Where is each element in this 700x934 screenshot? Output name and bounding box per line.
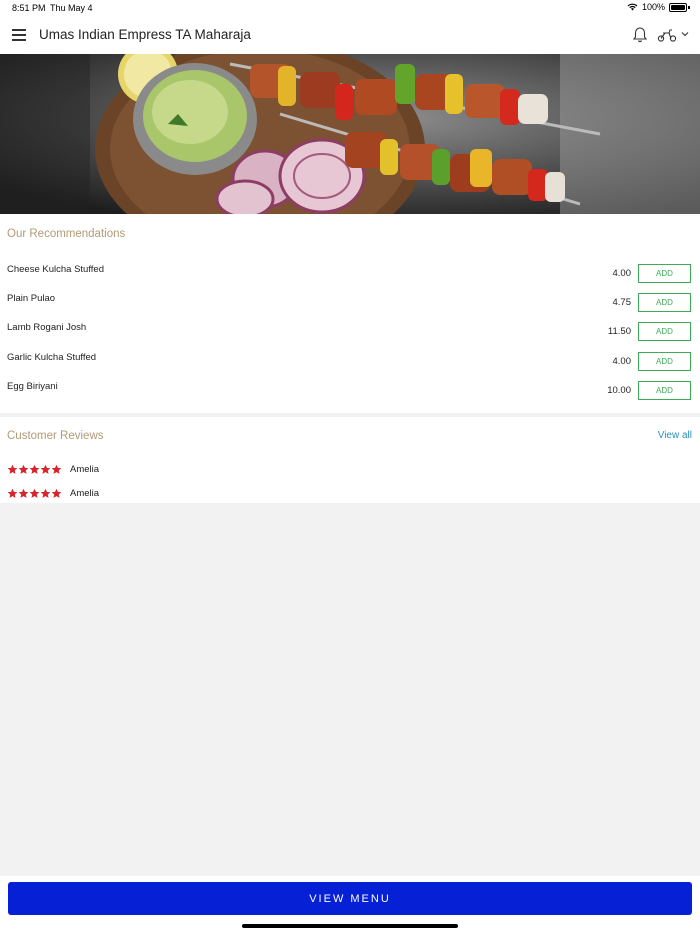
star-icon [40,488,51,498]
chevron-down-icon[interactable] [680,29,690,39]
list-item: Cheese Kulcha Stuffed 4.00 ADD [0,264,700,288]
list-item: Plain Pulao 4.75 ADD [0,293,700,317]
star-rating [7,488,62,499]
star-rating [7,464,62,475]
add-button[interactable]: ADD [638,352,691,371]
recommendations-section: Our Recommendations Cheese Kulcha Stuffe… [0,214,700,413]
hero-food-image [0,54,700,214]
bottom-bar: VIEW MENU [0,876,700,934]
star-icon [51,488,62,498]
battery-percent: 100% [641,2,665,12]
add-button[interactable]: ADD [638,322,691,341]
item-name: Egg Biriyani [7,381,58,392]
wifi-icon [627,3,638,11]
scooter-icon[interactable] [657,26,677,44]
item-name: Lamb Rogani Josh [7,322,87,333]
status-time: 8:51 PM [12,3,46,13]
add-button[interactable]: ADD [638,264,691,283]
reviewer-name: Amelia [70,463,100,475]
star-icon [51,464,62,474]
item-price: 11.50 [607,326,631,337]
item-price: 4.00 [612,356,632,367]
page-title: Umas Indian Empress TA Maharaja [39,27,251,42]
item-price: 4.00 [612,268,632,279]
item-name: Plain Pulao [7,293,56,304]
star-icon [7,488,18,498]
star-icon [29,464,40,474]
star-icon [40,464,51,474]
battery-icon [669,2,687,12]
star-icon [18,488,29,498]
list-item: Lamb Rogani Josh 11.50 ADD [0,322,700,346]
star-icon [7,464,18,474]
reviews-title: Customer Reviews [7,430,104,442]
star-icon [18,464,29,474]
add-button[interactable]: ADD [638,293,691,312]
review-item: Amelia [7,462,99,476]
list-item: Garlic Kulcha Stuffed 4.00 ADD [0,352,700,376]
top-bar: Umas Indian Empress TA Maharaja [0,16,700,54]
status-right: 100% [627,2,690,12]
menu-icon[interactable] [12,29,26,41]
recommendations-title: Our Recommendations [7,228,126,240]
reviews-section: Customer Reviews View all Amelia Amelia [0,417,700,503]
list-item: Egg Biriyani 10.00 ADD [0,381,700,405]
item-name: Cheese Kulcha Stuffed [7,264,105,275]
add-button[interactable]: ADD [638,381,691,400]
home-indicator [242,924,458,928]
item-name: Garlic Kulcha Stuffed [7,352,97,363]
reviewer-name: Amelia [70,487,100,499]
view-menu-button[interactable]: VIEW MENU [8,882,692,915]
review-item: Amelia [7,486,99,500]
status-date: Thu May 4 [50,3,93,13]
view-all-link[interactable]: View all [658,430,692,441]
bell-icon[interactable] [631,26,649,44]
star-icon [29,488,40,498]
status-bar: 8:51 PM Thu May 4 100% [0,0,700,16]
item-price: 4.75 [612,297,632,308]
item-price: 10.00 [607,385,631,396]
